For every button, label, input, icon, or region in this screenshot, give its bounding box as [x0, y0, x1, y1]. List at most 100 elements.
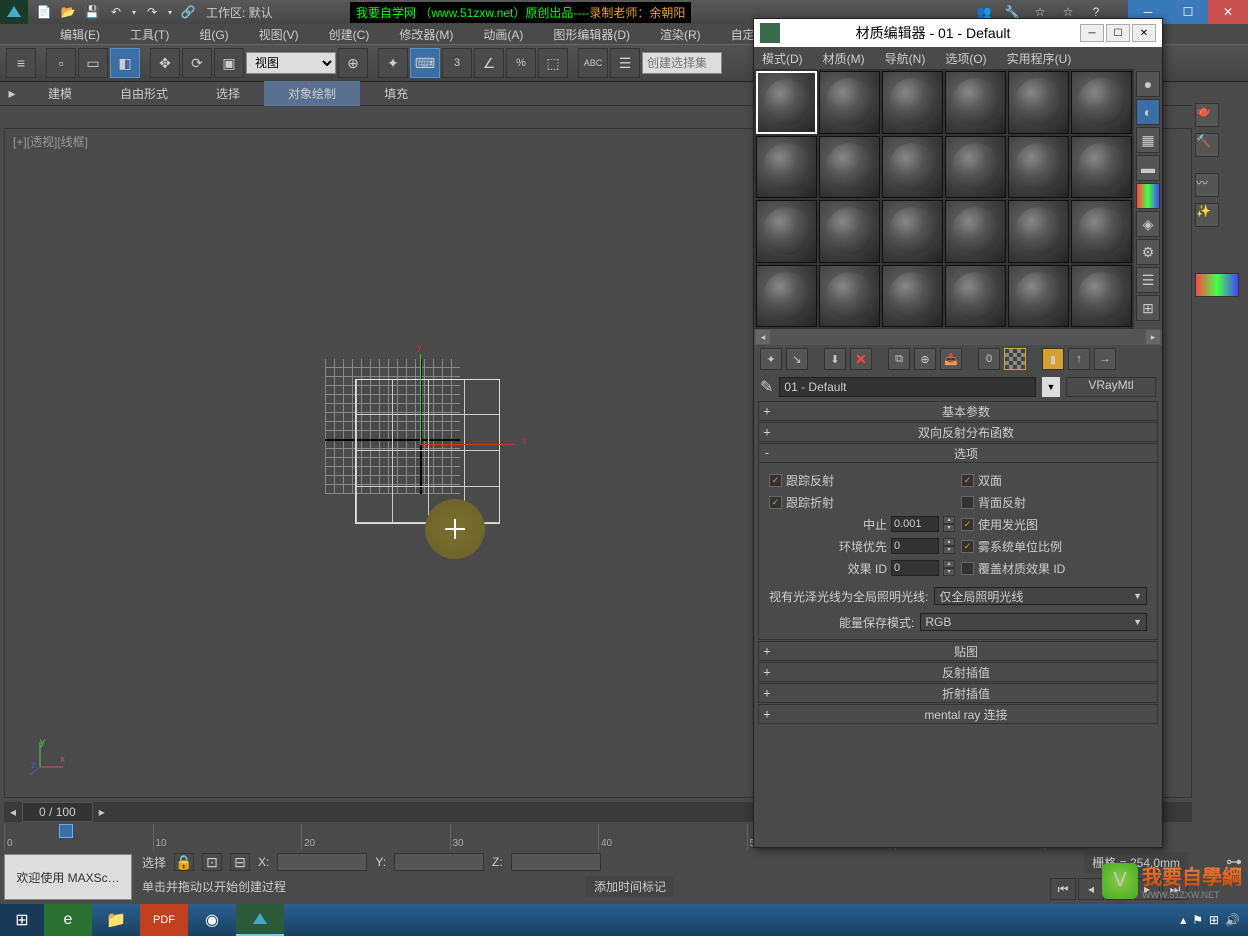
options-icon[interactable]: ⚙: [1136, 239, 1160, 265]
redo-dd-icon[interactable]: ▾: [164, 2, 176, 22]
link-icon[interactable]: 🔗: [176, 2, 200, 22]
spinner-snap-icon[interactable]: ⬚: [538, 48, 568, 78]
mat-map-nav-icon[interactable]: ⊞: [1136, 295, 1160, 321]
task-app2-icon[interactable]: ◉: [188, 904, 236, 936]
spinner-down-icon[interactable]: ▾: [943, 546, 955, 554]
open-icon[interactable]: 📂: [56, 2, 80, 22]
material-type-button[interactable]: VRayMtl: [1066, 377, 1156, 397]
material-slot[interactable]: [945, 200, 1006, 263]
sample-uv-icon[interactable]: ▬: [1136, 155, 1160, 181]
rollout-refr-interp[interactable]: +折射插值: [758, 683, 1158, 703]
material-slot[interactable]: [819, 265, 880, 328]
material-slot[interactable]: [1008, 265, 1069, 328]
menu-group[interactable]: 组(G): [199, 26, 228, 43]
rotate-icon[interactable]: ⟳: [182, 48, 212, 78]
spinner-down-icon[interactable]: ▾: [943, 568, 955, 576]
time-tag-button[interactable]: 添加时间标记: [586, 876, 674, 897]
material-slot[interactable]: [756, 71, 817, 134]
mat-menu-material[interactable]: 材质(M): [823, 50, 865, 67]
close-button[interactable]: ✕: [1208, 0, 1248, 24]
ribbon-selection[interactable]: 选择: [192, 81, 264, 106]
material-slot[interactable]: [756, 136, 817, 199]
color-swatch[interactable]: [1195, 273, 1239, 297]
energy-mode-dropdown[interactable]: RGB▼: [920, 613, 1147, 631]
make-preview-icon[interactable]: ◈: [1136, 211, 1160, 237]
backlight-icon[interactable]: ◐: [1136, 99, 1160, 125]
put-to-lib-icon[interactable]: 📥: [940, 348, 962, 370]
select-icon[interactable]: ▫: [46, 48, 76, 78]
pivot-icon[interactable]: ⊕: [338, 48, 368, 78]
material-slot[interactable]: [1071, 136, 1132, 199]
spinner-up-icon[interactable]: ▴: [943, 560, 955, 568]
material-slot[interactable]: [882, 200, 943, 263]
star-fx-icon[interactable]: ✨: [1195, 203, 1219, 227]
manipulate-icon[interactable]: ✦: [378, 48, 408, 78]
material-slot[interactable]: [756, 265, 817, 328]
glossy-rays-dropdown[interactable]: 仅全局照明光线▼: [934, 587, 1147, 605]
put-to-scene-icon[interactable]: ↘: [786, 348, 808, 370]
rollout-mental-ray[interactable]: +mental ray 连接: [758, 704, 1158, 724]
scroll-left-icon[interactable]: ◂: [756, 330, 770, 344]
undo-icon[interactable]: ↶: [104, 2, 128, 22]
fog-system-checkbox[interactable]: [961, 540, 974, 553]
save-icon[interactable]: 💾: [80, 2, 104, 22]
new-icon[interactable]: 📄: [32, 2, 56, 22]
task-ie-icon[interactable]: e: [44, 904, 92, 936]
get-material-icon[interactable]: ✦: [760, 348, 782, 370]
material-slot[interactable]: [1008, 136, 1069, 199]
ribbon-freeform[interactable]: 自由形式: [96, 81, 192, 106]
window-select-icon[interactable]: ◧: [110, 48, 140, 78]
rollout-maps[interactable]: +贴图: [758, 641, 1158, 661]
name-sel-icon[interactable]: ☰: [610, 48, 640, 78]
system-tray[interactable]: ▴ ⚑ ⊞🔊: [1180, 913, 1248, 927]
material-slot[interactable]: [1071, 71, 1132, 134]
show-in-vp-icon[interactable]: [1004, 348, 1026, 370]
assign-to-sel-icon[interactable]: ⬇: [824, 348, 846, 370]
material-slot[interactable]: [1071, 265, 1132, 328]
ribbon-populate[interactable]: 填充: [360, 81, 432, 106]
mat-menu-options[interactable]: 选项(O): [945, 50, 986, 67]
material-slot[interactable]: [882, 265, 943, 328]
workspace-label[interactable]: 工作区: 默认: [206, 4, 273, 21]
tray-flag-icon[interactable]: ⚑: [1192, 913, 1203, 927]
ribbon-toggle-icon[interactable]: ▸: [0, 84, 24, 104]
effect-id-input[interactable]: [891, 560, 939, 576]
material-slot[interactable]: [1008, 71, 1069, 134]
show-end-result-icon[interactable]: ▮: [1042, 348, 1064, 370]
go-sibling-icon[interactable]: →: [1094, 348, 1116, 370]
back-refl-checkbox[interactable]: [961, 496, 974, 509]
material-slot[interactable]: [882, 71, 943, 134]
maxscript-listener[interactable]: 欢迎使用 MAXSc…: [4, 854, 132, 900]
spinner-up-icon[interactable]: ▴: [943, 516, 955, 524]
mat-titlebar[interactable]: 材质编辑器 - 01 - Default ─ ☐ ✕: [754, 19, 1162, 47]
mat-menu-navigation[interactable]: 导航(N): [885, 50, 926, 67]
material-slot[interactable]: [945, 71, 1006, 134]
rollout-options[interactable]: -选项: [758, 443, 1158, 463]
rel-icon[interactable]: ⊟: [230, 853, 250, 871]
abs-icon[interactable]: ⊡: [202, 853, 222, 871]
menu-views[interactable]: 视图(V): [259, 26, 299, 43]
lock-icon[interactable]: 🔒: [174, 853, 194, 871]
teapot-icon[interactable]: 🫖: [1195, 103, 1219, 127]
rollout-brdf[interactable]: +双向反射分布函数: [758, 422, 1158, 442]
angle-snap-icon[interactable]: ∠: [474, 48, 504, 78]
z-coord-input[interactable]: [511, 853, 601, 871]
goto-start-icon[interactable]: ⏮: [1050, 878, 1076, 900]
menu-create[interactable]: 创建(C): [329, 26, 370, 43]
abc-icon[interactable]: ABC: [578, 48, 608, 78]
env-priority-input[interactable]: [891, 538, 939, 554]
material-slot[interactable]: [1071, 200, 1132, 263]
video-color-icon[interactable]: [1136, 183, 1160, 209]
scale-icon[interactable]: ▣: [214, 48, 244, 78]
keyboard-icon[interactable]: ⌨: [410, 48, 440, 78]
spinner-down-icon[interactable]: ▾: [943, 524, 955, 532]
menu-tools[interactable]: 工具(T): [130, 26, 169, 43]
reset-map-icon[interactable]: ✕: [850, 348, 872, 370]
select-by-mat-icon[interactable]: ☰: [1136, 267, 1160, 293]
make-unique-icon[interactable]: ⊕: [914, 348, 936, 370]
material-name-input[interactable]: [779, 377, 1036, 397]
percent-snap-icon[interactable]: %: [506, 48, 536, 78]
ribbon-modeling[interactable]: 建模: [24, 81, 96, 106]
use-irrad-checkbox[interactable]: [961, 518, 974, 531]
mat-id-icon[interactable]: 0: [978, 348, 1000, 370]
